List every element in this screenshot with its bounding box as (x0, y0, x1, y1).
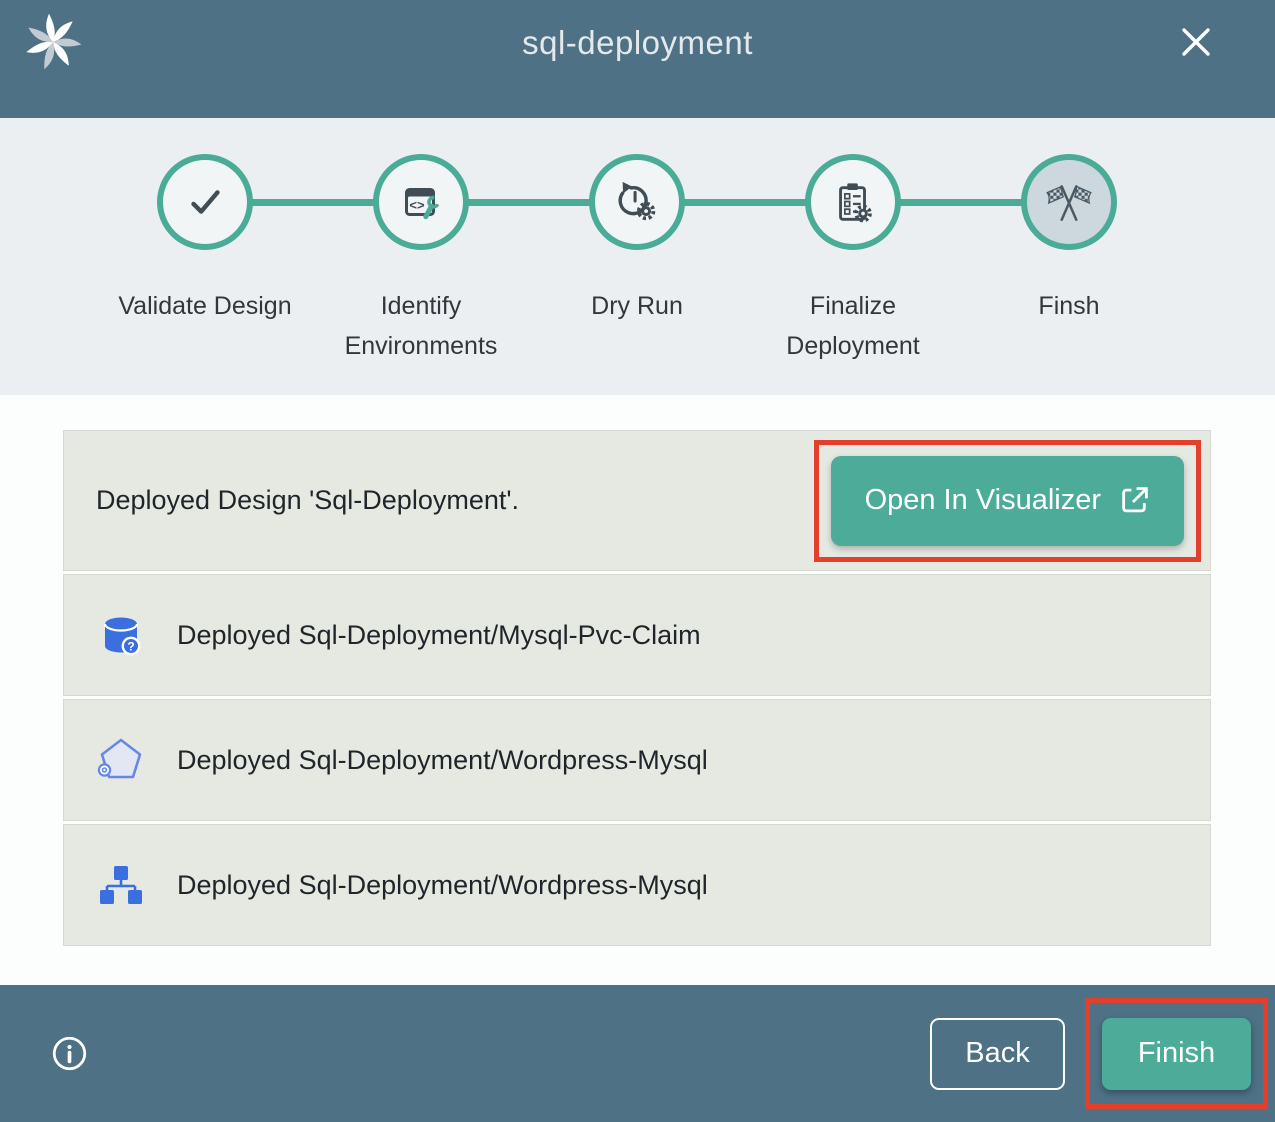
result-row-wordpress-mysql-1: Deployed Sql-Deployment/Wordpress-Mysql (63, 699, 1211, 821)
result-row-text: Deployed Sql-Deployment/Wordpress-Mysql (177, 745, 708, 776)
step-identify-environments: <> (373, 154, 469, 250)
step-label-identify-environments: Identify Environments (333, 286, 509, 366)
external-link-icon (1119, 485, 1150, 516)
result-row-text: Deployed Sql-Deployment/Mysql-Pvc-Claim (177, 620, 701, 651)
deployment-wizard-modal: sql-deployment <> (0, 0, 1275, 1122)
svg-text:?: ? (127, 640, 134, 654)
step-dry-run (589, 154, 685, 250)
step-label-finalize-deployment: Finalize Deployment (765, 286, 941, 366)
close-icon[interactable] (1176, 22, 1216, 62)
clipboard-gear-icon (830, 179, 876, 225)
back-button[interactable]: Back (930, 1018, 1065, 1090)
database-icon: ? (96, 610, 146, 660)
pod-pentagon-icon (96, 735, 146, 785)
finish-button[interactable]: Finish (1102, 1018, 1251, 1090)
result-row-wordpress-mysql-2: Deployed Sql-Deployment/Wordpress-Mysql (63, 824, 1211, 946)
summary-row: Deployed Design 'Sql-Deployment'. Open I… (63, 430, 1211, 571)
annotation-highlight-visualizer: Open In Visualizer (814, 440, 1201, 562)
history-gear-icon (614, 179, 660, 225)
modal-footer: Back Finish (0, 985, 1275, 1122)
svg-text:<>: <> (409, 198, 425, 213)
open-in-visualizer-label: Open In Visualizer (865, 484, 1101, 517)
step-label-dry-run: Dry Run (549, 286, 725, 366)
annotation-highlight-finish: Finish (1085, 998, 1268, 1109)
open-in-visualizer-button[interactable]: Open In Visualizer (831, 456, 1184, 546)
finish-flags-icon (1044, 177, 1094, 227)
code-config-icon: <> (397, 178, 445, 226)
result-row-pvc-claim: ? Deployed Sql-Deployment/Mysql-Pvc-Clai… (63, 574, 1211, 696)
deployment-stepper: <> (0, 118, 1275, 395)
summary-text: Deployed Design 'Sql-Deployment'. (96, 485, 519, 516)
step-finish (1021, 154, 1117, 250)
stepper-labels: Validate Design Identify Environments Dr… (97, 286, 1177, 366)
topology-icon (96, 860, 146, 910)
result-row-text: Deployed Sql-Deployment/Wordpress-Mysql (177, 870, 708, 901)
step-validate-design (157, 154, 253, 250)
modal-title: sql-deployment (0, 24, 1275, 62)
deployment-results-list: Deployed Design 'Sql-Deployment'. Open I… (63, 430, 1211, 949)
step-label-finish: Finsh (981, 286, 1157, 366)
step-label-validate-design: Validate Design (117, 286, 293, 366)
modal-header: sql-deployment (0, 0, 1275, 118)
info-icon[interactable] (51, 1035, 88, 1072)
check-icon (182, 179, 228, 225)
step-finalize-deployment (805, 154, 901, 250)
